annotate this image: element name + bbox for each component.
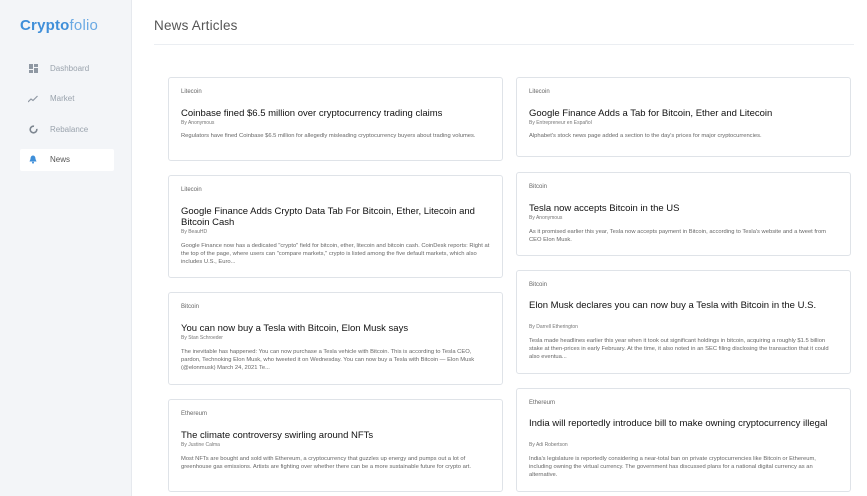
divider <box>154 44 854 45</box>
card-title[interactable]: Google Finance Adds Crypto Data Tab For … <box>181 206 490 228</box>
news-card[interactable]: Litecoin Coinbase fined $6.5 million ove… <box>168 77 503 161</box>
card-title[interactable]: Coinbase fined $6.5 million over cryptoc… <box>181 108 490 119</box>
card-description: Regulators have fined Coinbase $6.5 mill… <box>181 133 476 139</box>
sidebar-item-market[interactable]: Market <box>20 88 114 110</box>
card-category: Bitcoin <box>529 184 548 190</box>
sidebar-item-label: News <box>50 155 71 164</box>
news-card[interactable]: Litecoin Google Finance Adds Crypto Data… <box>168 175 503 278</box>
sidebar-nav: Dashboard Market Rebalance News <box>20 57 114 179</box>
card-category: Ethereum <box>181 411 208 417</box>
card-category: Litecoin <box>529 89 550 95</box>
card-title[interactable]: Google Finance Adds a Tab for Bitcoin, E… <box>529 108 838 119</box>
sidebar-item-label: Dashboard <box>50 63 90 73</box>
card-author: By Justine Calma <box>181 442 220 448</box>
dashboard-icon <box>28 63 38 73</box>
card-category: Litecoin <box>181 187 202 193</box>
sidebar: Cryptofolio Dashboard Market Rebalance N… <box>0 0 132 496</box>
trend-icon <box>28 94 38 104</box>
card-title[interactable]: India will reportedly introduce bill to … <box>529 418 838 429</box>
app-logo[interactable]: Cryptofolio <box>20 17 98 34</box>
sidebar-item-label: Market <box>50 94 75 103</box>
card-author: By Entrepreneur en Español <box>529 120 592 126</box>
news-card[interactable]: Litecoin Google Finance Adds a Tab for B… <box>516 77 851 157</box>
news-card[interactable]: Ethereum India will reportedly introduce… <box>516 388 851 492</box>
sidebar-item-news[interactable]: News <box>20 148 114 171</box>
card-title[interactable]: Tesla now accepts Bitcoin in the US <box>529 203 838 214</box>
card-author: By Darrell Etherington <box>529 324 578 330</box>
card-description: Tesla made headlines earlier this year w… <box>529 338 829 360</box>
page-title: News Articles <box>154 18 238 33</box>
card-title[interactable]: The climate controversy swirling around … <box>181 430 490 441</box>
card-description: Most NFTs are bought and sold with Ether… <box>181 456 471 470</box>
main-content: News Articles Litecoin Coinbase fined $6… <box>132 0 867 496</box>
card-description: As it promised earlier this year, Tesla … <box>529 229 826 243</box>
card-category: Ethereum <box>529 400 556 406</box>
bell-icon <box>28 155 38 165</box>
sidebar-item-dashboard[interactable]: Dashboard <box>20 57 114 79</box>
card-description: Alphabet's stock news page added a secti… <box>529 133 762 139</box>
card-category: Bitcoin <box>181 304 200 310</box>
card-title[interactable]: Elon Musk declares you can now buy a Tes… <box>529 300 838 311</box>
news-card[interactable]: Bitcoin Elon Musk declares you can now b… <box>516 270 851 374</box>
card-description: Google Finance now has a dedicated "cryp… <box>181 243 490 265</box>
card-author: By Anonymous <box>529 215 563 221</box>
card-author: By Stan Schroeder <box>181 335 223 341</box>
card-description: The inevitable has happened: You can now… <box>181 349 475 371</box>
sidebar-item-label: Rebalance <box>50 124 89 134</box>
card-description: India's legislature is reportedly consid… <box>529 456 816 478</box>
card-author: By Anonymous <box>181 120 215 126</box>
news-card[interactable]: Ethereum The climate controversy swirlin… <box>168 399 503 492</box>
card-category: Bitcoin <box>529 282 548 288</box>
card-category: Litecoin <box>181 89 202 95</box>
card-author: By BeauHD <box>181 229 208 235</box>
news-card[interactable]: Bitcoin You can now buy a Tesla with Bit… <box>168 292 503 385</box>
card-author: By Adi Robertson <box>529 442 568 448</box>
sidebar-item-rebalance[interactable]: Rebalance <box>20 118 114 140</box>
news-card[interactable]: Bitcoin Tesla now accepts Bitcoin in the… <box>516 172 851 256</box>
rebalance-icon <box>28 124 38 134</box>
card-title[interactable]: You can now buy a Tesla with Bitcoin, El… <box>181 323 490 334</box>
